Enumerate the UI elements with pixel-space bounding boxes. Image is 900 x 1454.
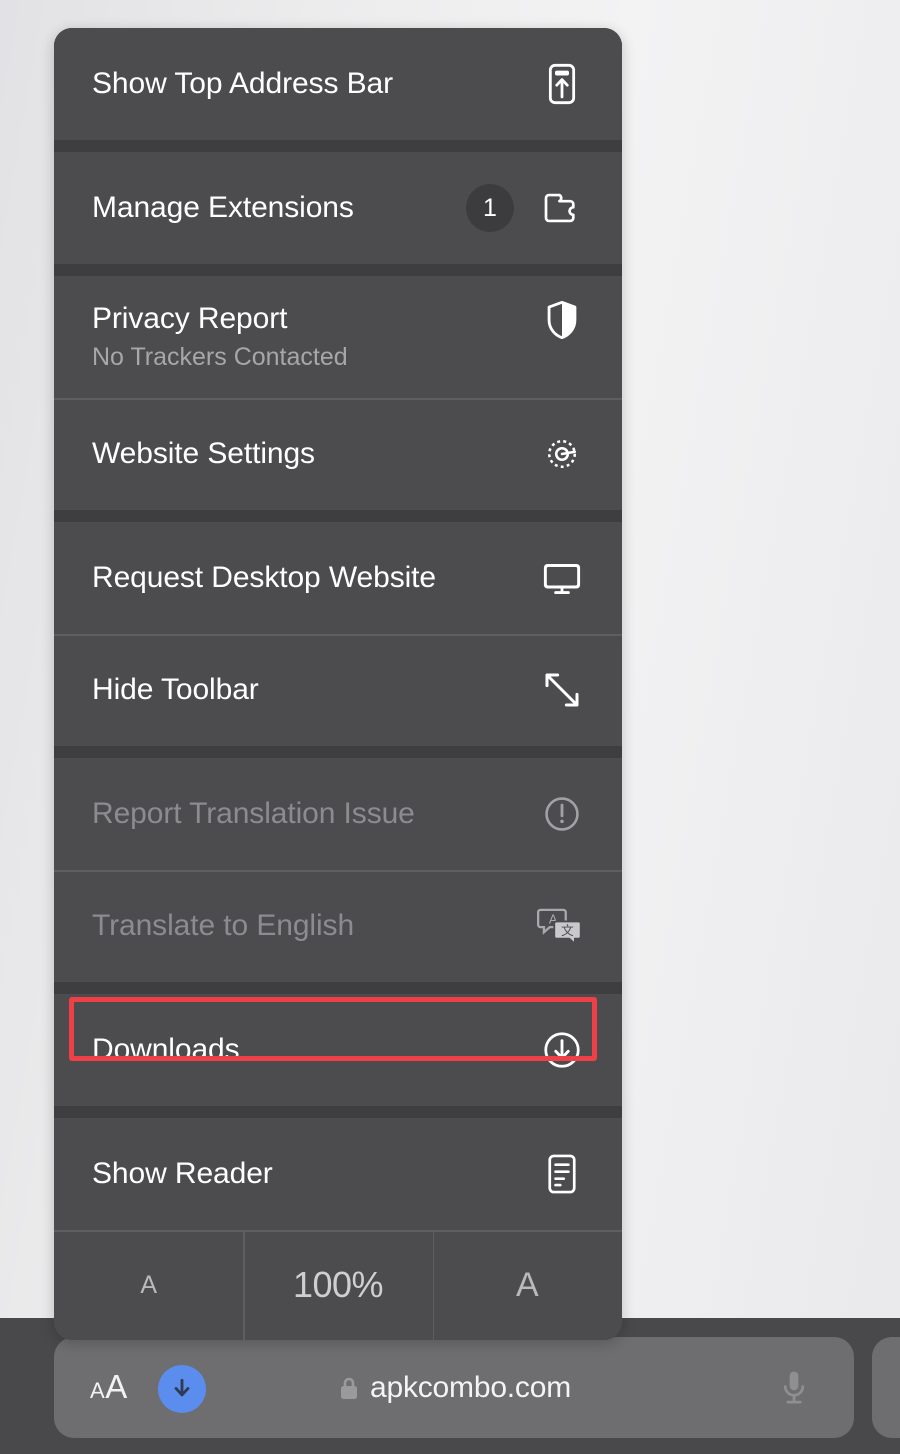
menu-item-show-reader[interactable]: Show Reader (54, 1118, 622, 1230)
menu-item-labels: Show Reader (92, 1157, 273, 1192)
download-circle-icon (540, 1028, 584, 1072)
menu-item-labels: Translate to English (92, 909, 354, 944)
menu-item-downloads[interactable]: Downloads (54, 994, 622, 1106)
zoom-level-label: 100% (292, 1264, 384, 1305)
menu-item-trailing (540, 792, 584, 836)
menu-group-separator (54, 982, 622, 994)
active-tab-pill[interactable]: A A apkcombo.com (54, 1337, 854, 1438)
menu-item-hide-toolbar[interactable]: Hide Toolbar (54, 634, 622, 746)
menu-item-label: Request Desktop Website (92, 560, 436, 594)
menu-group: Show Top Address Bar (54, 28, 622, 140)
menu-item-label: Downloads (92, 1032, 240, 1066)
browser-screen: A A apkcombo.com Show Top Address Bar Ma… (0, 0, 900, 1454)
zoom-decrease-button[interactable]: A (54, 1230, 243, 1340)
menu-item-trailing: A 文 (536, 904, 584, 948)
menu-item-website-settings[interactable]: Website Settings (54, 398, 622, 510)
menu-item-report-translation-issue[interactable]: Report Translation Issue (54, 758, 622, 870)
menu-item-label: Website Settings (92, 436, 315, 470)
menu-group-separator (54, 140, 622, 152)
menu-item-privacy-report[interactable]: Privacy Report No Trackers Contacted (54, 276, 622, 398)
zoom-control-row: A 100% A (54, 1230, 622, 1340)
menu-item-trailing (540, 556, 584, 600)
menu-group-separator (54, 746, 622, 758)
translate-icon: A 文 (536, 904, 584, 948)
menu-item-labels: Manage Extensions (92, 191, 354, 226)
menu-item-trailing (540, 1152, 584, 1196)
menu-item-label: Hide Toolbar (92, 672, 259, 706)
exclamation-circle-icon (540, 792, 584, 836)
menu-item-trailing (540, 668, 584, 712)
desktop-monitor-icon (540, 556, 584, 600)
lock-icon (337, 1373, 361, 1403)
adjacent-tab-pill[interactable] (872, 1337, 900, 1438)
menu-group-separator (54, 510, 622, 522)
zoom-level-button[interactable]: 100% (243, 1230, 432, 1340)
menu-item-subtitle: No Trackers Contacted (92, 343, 348, 372)
address-bar[interactable]: A A apkcombo.com (54, 1337, 854, 1438)
text-size-large-a: A (105, 1368, 128, 1405)
microphone-icon (772, 1367, 816, 1411)
browser-options-menu: Show Top Address Bar Manage Extensions 1… (54, 28, 622, 1340)
menu-group-separator (54, 1106, 622, 1118)
download-arrow-icon (160, 1367, 204, 1411)
menu-item-label: Show Top Address Bar (92, 66, 393, 100)
menu-item-trailing (540, 62, 584, 106)
menu-item-label: Translate to English (92, 908, 355, 942)
menu-group: Manage Extensions 1 (54, 152, 622, 264)
menu-item-label: Privacy Report (92, 301, 288, 335)
svg-text:文: 文 (561, 924, 574, 938)
menu-item-labels: Request Desktop Website (92, 561, 436, 596)
menu-item-trailing (540, 1028, 584, 1072)
zoom-increase-button[interactable]: A (432, 1230, 622, 1340)
menu-item-request-desktop-website[interactable]: Request Desktop Website (54, 522, 622, 634)
voice-search-button[interactable] (772, 1367, 816, 1411)
menu-item-labels: Hide Toolbar (92, 673, 259, 708)
menu-group-separator (54, 264, 622, 276)
text-size-button[interactable]: A A (90, 1370, 128, 1408)
menu-item-show-top-address-bar[interactable]: Show Top Address Bar (54, 28, 622, 140)
menu-item-label: Manage Extensions (92, 190, 354, 224)
menu-group: Report Translation Issue Translate to En… (54, 758, 622, 982)
gear-icon (540, 432, 584, 476)
menu-item-labels: Privacy Report No Trackers Contacted (92, 302, 348, 372)
url-text: apkcombo.com (369, 1370, 572, 1404)
menu-item-manage-extensions[interactable]: Manage Extensions 1 (54, 152, 622, 264)
menu-item-trailing (540, 298, 584, 342)
expand-arrows-icon (540, 668, 584, 712)
menu-group: Show Reader (54, 1118, 622, 1230)
menu-group: Privacy Report No Trackers Contacted Web… (54, 276, 622, 510)
zoom-decrease-label: A (140, 1270, 157, 1299)
menu-item-trailing (540, 432, 584, 476)
menu-item-labels: Website Settings (92, 437, 315, 472)
shield-icon (540, 298, 584, 342)
menu-item-labels: Downloads (92, 1033, 240, 1068)
menu-item-trailing: 1 (466, 184, 584, 232)
menu-item-label: Show Reader (92, 1156, 273, 1190)
extensions-count-badge: 1 (466, 184, 514, 232)
menu-item-labels: Report Translation Issue (92, 797, 415, 832)
puzzle-piece-icon (540, 186, 584, 230)
menu-item-label: Report Translation Issue (92, 796, 415, 830)
reader-document-icon (540, 1152, 584, 1196)
menu-item-translate-to-english[interactable]: Translate to English A 文 (54, 870, 622, 982)
menu-group: Downloads (54, 994, 622, 1106)
text-size-small-a: A (90, 1378, 106, 1403)
zoom-increase-label: A (515, 1265, 539, 1304)
downloads-button[interactable] (158, 1365, 206, 1413)
address-bar-top-icon (540, 62, 584, 106)
menu-item-labels: Show Top Address Bar (92, 67, 393, 102)
menu-group: Request Desktop Website Hide Toolbar (54, 522, 622, 746)
